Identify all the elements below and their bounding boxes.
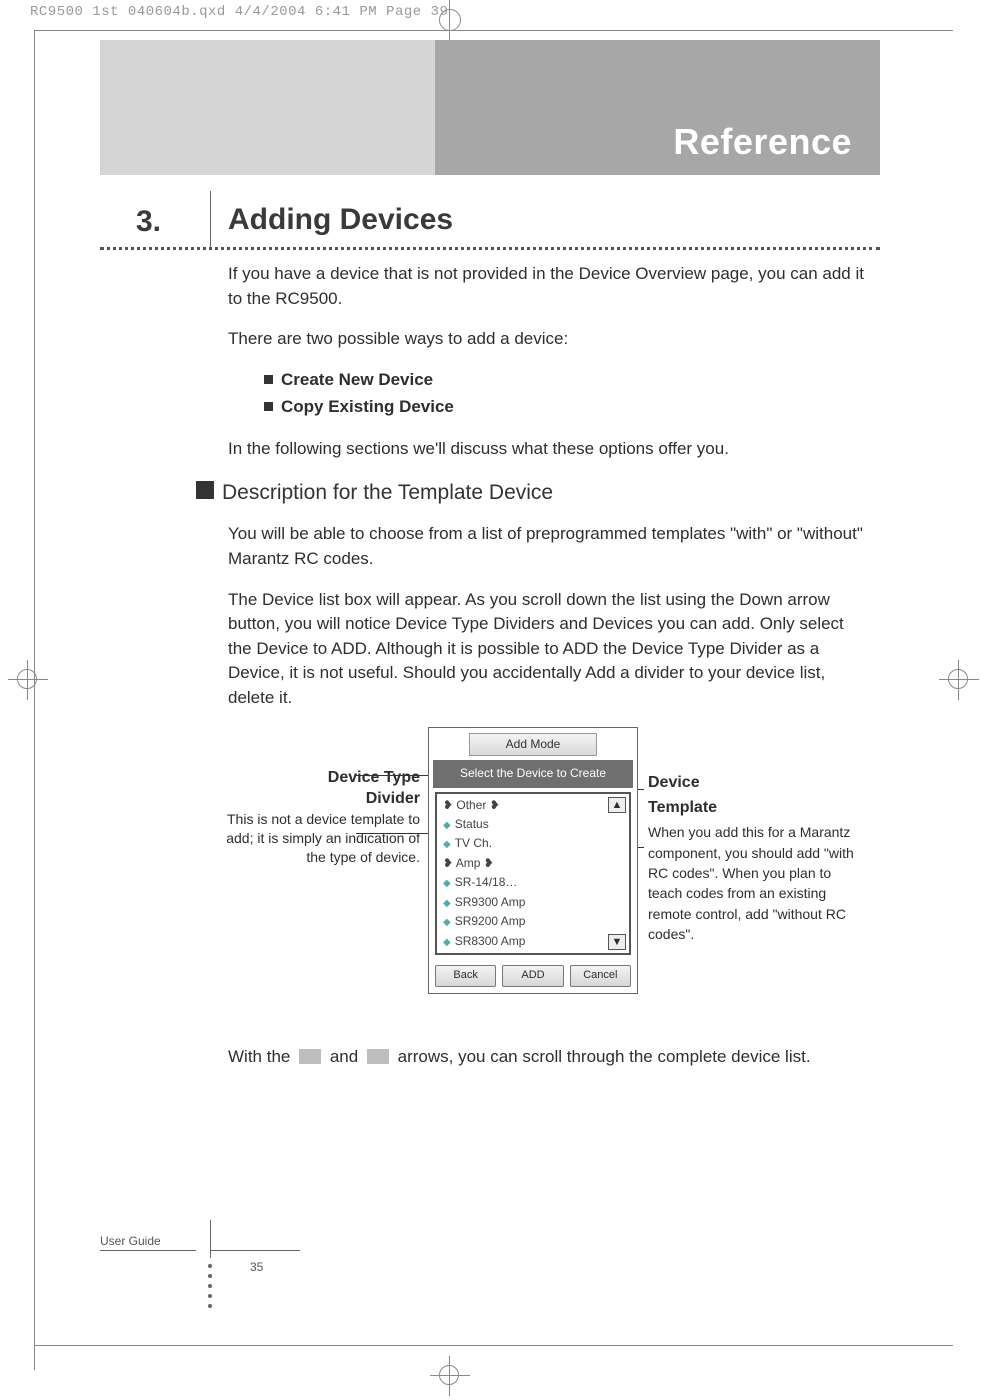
page-frame-bottom: [34, 1345, 953, 1346]
subheading-row: Description for the Template Device: [210, 478, 868, 508]
banner-title: Reference: [673, 121, 852, 163]
scroll-down-button[interactable]: ▼: [608, 934, 626, 950]
paragraph: You will be able to choose from a list o…: [228, 522, 868, 571]
callout-title: Divider: [210, 788, 420, 810]
scroll-up-button[interactable]: ▲: [608, 797, 626, 813]
bullet-label: Create New Device: [281, 370, 433, 389]
paragraph: The Device list box will appear. As you …: [228, 588, 868, 711]
screenshot-button-row: Back ADD Cancel: [429, 961, 637, 993]
list-item-label: SR9300 Amp: [455, 895, 526, 909]
screenshot-titlebar: Add Mode: [469, 733, 597, 756]
section-heading: Adding Devices: [228, 203, 453, 237]
page-footer: User Guide 35: [100, 1220, 880, 1290]
add-button[interactable]: ADD: [502, 965, 563, 987]
footer-user-guide-label: User Guide: [100, 1234, 161, 1248]
paragraph: If you have a device that is not provide…: [228, 262, 868, 311]
footer-rule-vertical: [210, 1220, 211, 1258]
bullet-label: Copy Existing Device: [281, 397, 454, 416]
callout-body: This is not a device template to add; it…: [210, 810, 420, 867]
section-divider-vertical: [210, 191, 211, 249]
bullet-item: Create New Device: [264, 368, 868, 393]
bullet-list: Create New Device Copy Existing Device: [264, 368, 868, 419]
page-number: 35: [250, 1260, 263, 1274]
paragraph: In the following sections we'll discuss …: [228, 437, 868, 462]
cancel-button[interactable]: Cancel: [570, 965, 631, 987]
callout-body: When you add this for a Marantz componen…: [648, 822, 858, 944]
list-item-label: SR8300 Amp: [455, 934, 526, 948]
arrow-placeholder-icon: [367, 1049, 389, 1064]
footer-dots-icon: [208, 1258, 212, 1308]
add-mode-screenshot: Add Mode Select the Device to Create ▲ ❥…: [428, 727, 638, 995]
list-item[interactable]: ◆Status: [443, 815, 605, 835]
list-item[interactable]: ◆SR9200 Amp: [443, 912, 605, 932]
footer-rule: [100, 1250, 196, 1251]
device-screenshot-diagram: Device Type Divider This is not a device…: [228, 727, 868, 1027]
callout-title: Device Type: [210, 767, 420, 789]
subheading: Description for the Template Device: [222, 478, 868, 508]
list-item-label: TV Ch.: [455, 836, 492, 850]
list-item-label: Status: [455, 817, 489, 831]
section-number: 3.: [136, 205, 161, 239]
reference-banner: Reference: [100, 40, 880, 175]
square-bullet-icon: [264, 402, 273, 411]
list-item[interactable]: ◆SR-14/18…: [443, 873, 605, 893]
reference-banner-dark: Reference: [435, 40, 880, 175]
callout-title: Template: [648, 798, 858, 819]
list-item[interactable]: ◆TV Ch.: [443, 834, 605, 854]
device-listbox: ▲ ❥ Other ❥ ◆Status ◆TV Ch. ❥ Amp ❥ ◆SR-…: [435, 792, 631, 956]
arrow-placeholder-icon: [299, 1049, 321, 1064]
text-run: arrows, you can scroll through the compl…: [393, 1047, 811, 1066]
callout-title: Device: [648, 773, 858, 794]
print-job-header: RC9500 1st 040604b.qxd 4/4/2004 6:41 PM …: [30, 4, 448, 20]
footer-rule: [210, 1250, 300, 1251]
bullet-item: Copy Existing Device: [264, 395, 868, 420]
body-text: If you have a device that is not provide…: [228, 262, 868, 1085]
list-item-label: SR9200 Amp: [455, 914, 526, 928]
paragraph: With the and arrows, you can scroll thro…: [228, 1045, 868, 1070]
list-item[interactable]: ◆SR9300 Amp: [443, 893, 605, 913]
text-run: and: [325, 1047, 363, 1066]
callout-device-template: Device Template When you add this for a …: [648, 773, 858, 944]
back-button[interactable]: Back: [435, 965, 496, 987]
square-marker-icon: [196, 481, 214, 499]
dotted-rule: [100, 247, 880, 250]
screenshot-subtitle: Select the Device to Create: [433, 760, 633, 787]
list-item[interactable]: ❥ Other ❥: [443, 796, 605, 815]
callout-device-type-divider: Device Type Divider This is not a device…: [210, 767, 420, 867]
square-bullet-icon: [264, 375, 273, 384]
list-item[interactable]: ❥ Amp ❥: [443, 854, 605, 873]
text-run: With the: [228, 1047, 295, 1066]
list-item-label: SR-14/18…: [455, 875, 518, 889]
list-item[interactable]: ◆SR8300 Amp: [443, 932, 605, 952]
paragraph: There are two possible ways to add a dev…: [228, 327, 868, 352]
